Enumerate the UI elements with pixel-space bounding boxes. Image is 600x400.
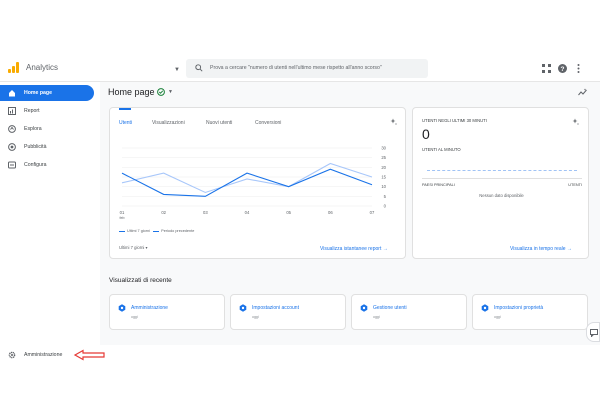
chart-legend: Ultimi 7 giorni Periodo precedente (119, 229, 194, 233)
explore-icon (8, 125, 16, 133)
y-tick-label: 5 (384, 194, 387, 199)
sidebar-item-label: Configura (24, 162, 47, 168)
sidebar-item-explore[interactable]: Esplora (0, 121, 94, 137)
x-tick-label: 03 (203, 210, 208, 215)
home-icon (9, 90, 15, 97)
sidebar-item-label: Amministrazione (24, 352, 63, 358)
x-tick-label: 04 (245, 210, 250, 215)
users-line-chart: 05101520253001 02 03 04 05 06 07feb (120, 146, 387, 220)
sidebar-item-report[interactable]: Report (0, 103, 94, 119)
active-tab-indicator (119, 108, 131, 110)
property-hexagon-icon (239, 304, 247, 312)
y-tick-label: 0 (384, 204, 387, 209)
advertising-icon (8, 143, 16, 151)
recent-item-name: Amministrazione (131, 305, 168, 311)
series-line-current (121, 168, 373, 197)
check-circle-icon (157, 88, 165, 96)
x-tick-label: 05 (286, 210, 291, 215)
sidebar-item-configure[interactable]: Configura (0, 157, 94, 173)
insights-icon[interactable] (578, 88, 587, 97)
users-per-minute-label: UTENTI AL MINUTO (422, 147, 461, 152)
sparkle-insights-icon[interactable] (572, 118, 580, 126)
recent-item-user-management[interactable]: Gestione utenti oggi (351, 294, 467, 330)
recent-item-property-settings[interactable]: Impostazioni proprietà oggi (472, 294, 588, 330)
sidebar-item-label: Pubblicità (24, 144, 47, 150)
configure-icon (8, 161, 16, 169)
series-line-previous (121, 162, 373, 194)
y-tick-label: 25 (381, 155, 386, 160)
tab-new-users[interactable]: Nuovi utenti (206, 120, 232, 126)
apps-grid-icon[interactable] (542, 64, 551, 73)
sidebar-item-home[interactable]: Home page (0, 85, 94, 101)
app-frame: Analytics ▼ Prova a cercare "numero di u… (0, 55, 600, 361)
recent-item-time: oggi (373, 315, 380, 319)
sidebar-item-advertising[interactable]: Pubblicità (0, 139, 94, 155)
property-hexagon-icon (118, 304, 126, 312)
y-tick-label: 30 (381, 146, 386, 151)
svg-text:?: ? (561, 66, 565, 73)
realtime-header: UTENTI NEGLI ULTIMI 30 MINUTI (422, 118, 487, 123)
account-chevron-down-icon[interactable]: ▼ (174, 67, 180, 73)
tab-conversions[interactable]: Conversioni (255, 120, 281, 126)
feedback-side-button[interactable] (586, 322, 600, 342)
recent-item-name: Impostazioni proprietà (494, 305, 544, 311)
recent-item-time: oggi (131, 315, 138, 319)
view-report-snapshot-link[interactable]: Visualizza istantanee report → (320, 246, 388, 252)
gear-icon (8, 351, 16, 359)
x-tick-label: 06 (328, 210, 333, 215)
realtime-card: UTENTI NEGLI ULTIMI 30 MINUTI 0 UTENTI A… (412, 107, 589, 259)
recent-item-admin[interactable]: Amministrazione oggi (109, 294, 225, 330)
legend-previous: Periodo precedente (161, 229, 195, 233)
main-content: Home page ▼ Utenti Visualizzazioni Nuovi… (100, 82, 600, 345)
x-tick-label: 07 (370, 210, 375, 215)
col-users: UTENTI (568, 183, 582, 187)
recent-item-name: Impostazioni account (252, 305, 299, 311)
x-tick-label: 01 (120, 210, 125, 215)
app-title: Analytics (26, 63, 59, 72)
x-tick-sublabel: feb (120, 216, 125, 220)
search-placeholder: Prova a cercare "numero di utenti nell'u… (210, 65, 382, 71)
x-tick-label: 02 (161, 210, 166, 215)
report-icon (8, 107, 16, 115)
recently-viewed-title: Visualizzati di recente (109, 277, 172, 284)
help-icon[interactable]: ? (558, 64, 567, 73)
view-realtime-link[interactable]: Visualizza in tempo reale → (510, 246, 572, 252)
feedback-icon (590, 329, 598, 337)
realtime-users-value: 0 (422, 126, 430, 142)
y-tick-label: 10 (381, 184, 386, 189)
legend-current: Ultimi 7 giorni (127, 229, 150, 233)
no-data-message: Nessun dato disponibile (479, 193, 524, 198)
tab-users[interactable]: Utenti (119, 120, 132, 126)
sidebar-item-label: Report (24, 108, 40, 114)
recent-item-name: Gestione utenti (373, 305, 407, 311)
page-title-chevron-down-icon[interactable]: ▼ (168, 89, 173, 95)
property-hexagon-icon (360, 304, 368, 312)
property-hexagon-icon (481, 304, 489, 312)
top-bar: Analytics ▼ Prova a cercare "numero di u… (0, 55, 600, 82)
more-vert-icon[interactable] (574, 64, 583, 73)
sparkle-insights-icon[interactable] (390, 118, 398, 126)
per-minute-bars (427, 170, 577, 173)
sidebar-item-label: Home page (24, 90, 52, 96)
search-icon (195, 64, 203, 72)
page-title: Home page (108, 87, 155, 97)
tab-views[interactable]: Visualizzazioni (152, 120, 185, 126)
sidebar: Home page Report Esplora Pubblicità Conf… (0, 82, 105, 361)
y-tick-label: 15 (381, 175, 386, 180)
recent-item-time: oggi (252, 315, 259, 319)
top-countries-table: PAESI PRINCIPALI UTENTI (422, 178, 582, 187)
y-tick-label: 20 (381, 165, 386, 170)
analytics-logo-icon (8, 62, 19, 73)
sidebar-item-label: Esplora (24, 126, 42, 132)
recent-item-account-settings[interactable]: Impostazioni account oggi (230, 294, 346, 330)
date-range-selector[interactable]: Ultimi 7 giorni ▾ (119, 245, 148, 250)
search-input[interactable]: Prova a cercare "numero di utenti nell'u… (186, 59, 428, 78)
recent-item-time: oggi (494, 315, 501, 319)
red-arrow-annotation-icon (73, 349, 105, 361)
col-top-countries: PAESI PRINCIPALI (422, 183, 455, 187)
overview-chart-card: Utenti Visualizzazioni Nuovi utenti Conv… (109, 107, 406, 259)
